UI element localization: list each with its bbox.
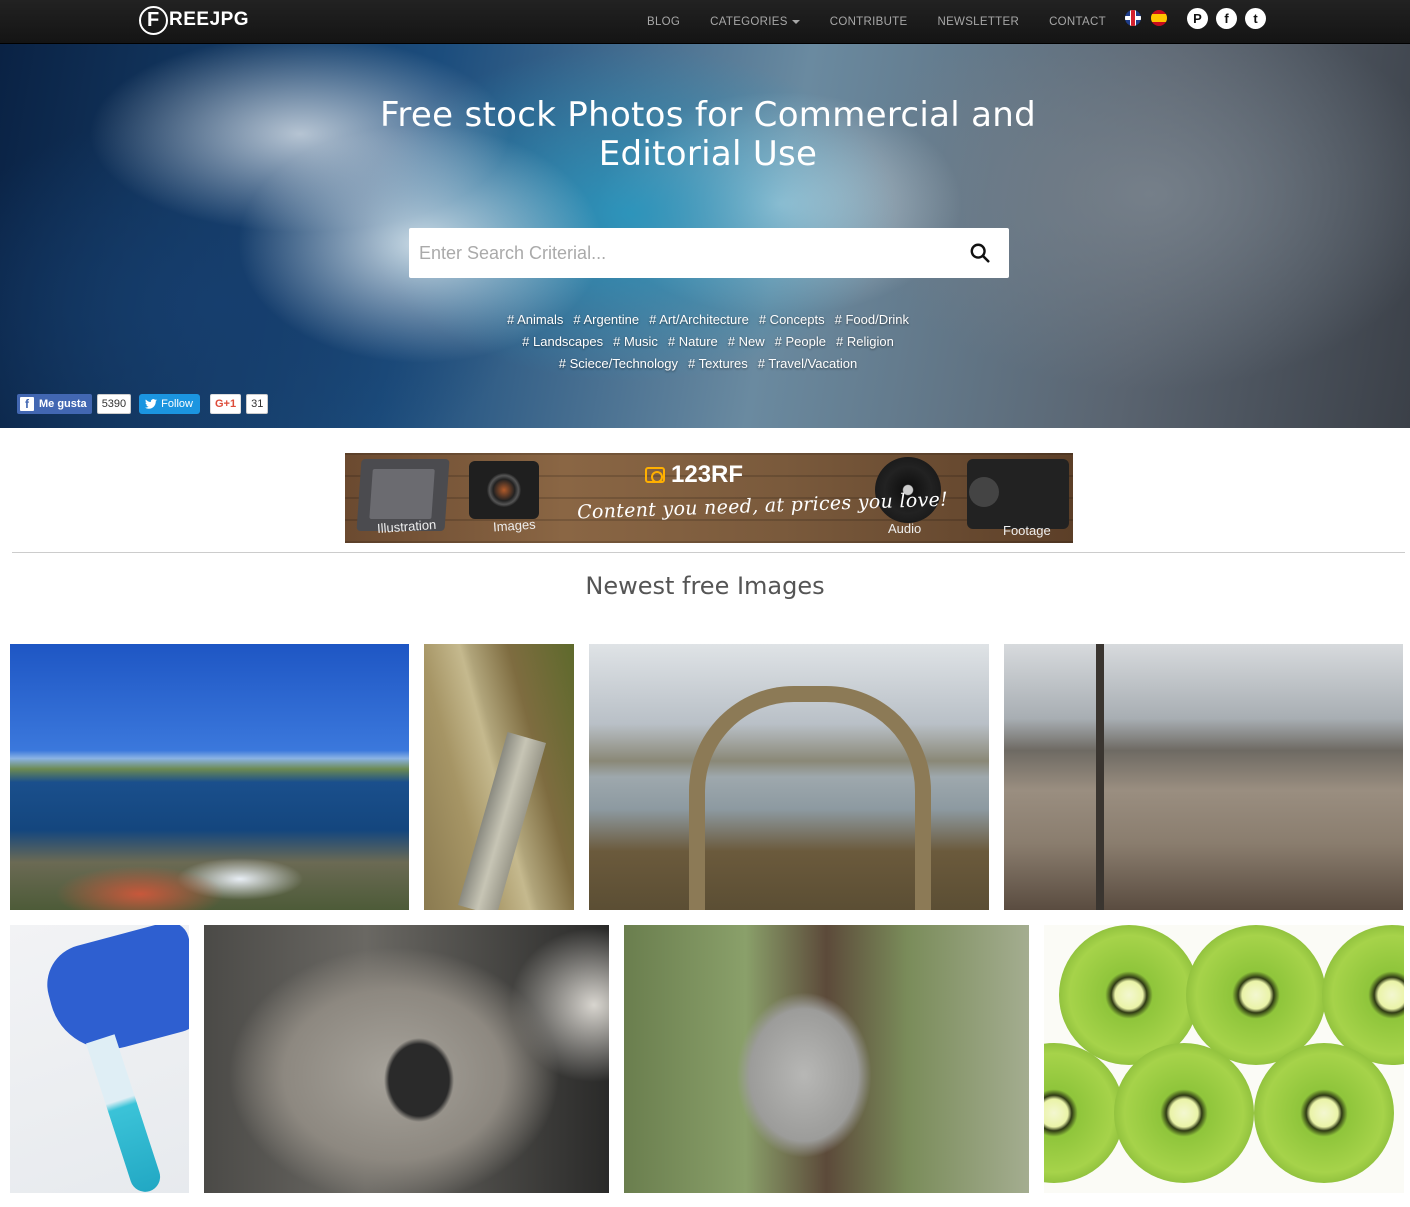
nav-contribute-link[interactable]: CONTRIBUTE [830,16,908,28]
section-title: Newest free Images [585,572,825,600]
kiwi-slice [1186,925,1326,1065]
facebook-like-label: Me gusta [39,398,87,410]
reed-arch-photo[interactable] [589,644,989,910]
pinterest-icon[interactable]: P [1187,8,1208,29]
kiwi-slice [1254,1043,1394,1183]
ad-banner-123rf[interactable]: 123RF Content you need, at prices you lo… [345,453,1073,543]
kiwi-slices-photo[interactable] [1044,925,1404,1193]
koala-closeup-photo[interactable] [204,925,609,1193]
banner-label-illustration: Illustration [376,516,437,537]
social-share-buttons: f Me gusta 5390 Follow G+1 31 [17,394,269,414]
tag-nature[interactable]: # Nature [668,334,718,349]
section-divider [12,552,1405,553]
facebook-icon: f [20,397,34,411]
tag-line: # Sciece/Technology # Textures # Travel/Va… [400,353,1016,375]
facebook-icon[interactable]: f [1216,8,1237,29]
search-icon[interactable] [969,242,991,264]
tag-people[interactable]: # People [775,334,826,349]
nav-categories-dropdown[interactable]: CATEGORIES [710,16,800,28]
gplus-button[interactable]: G+1 [209,394,242,414]
search-box [409,228,1009,278]
nav-newsletter-link[interactable]: NEWSLETTER [937,16,1019,28]
top-navbar: F REEJPG BLOG CATEGORIES CONTRIBUTE NEWS… [0,0,1410,44]
tag-animals[interactable]: # Animals [507,312,563,327]
nav-contact-link[interactable]: CONTACT [1049,16,1106,28]
hero-title: Free stock Photos for Commercial and Edi… [380,95,1036,174]
camera-icon [469,461,539,519]
tag-line: # Landscapes # Music # Nature # New # People… [400,331,1016,353]
camera-logo-icon [645,467,665,483]
twitter-follow-label: Follow [161,398,193,410]
language-switcher [1125,10,1167,26]
tag-argentine[interactable]: # Argentine [573,312,639,327]
tag-concepts[interactable]: # Concepts [759,312,825,327]
tag-line: # Animals # Argentine # Art/Architecture # … [400,309,1016,331]
tag-science-technology[interactable]: # Sciece/Technology [559,356,678,371]
facebook-like-button[interactable]: f Me gusta [17,394,92,414]
reed-boat-photo[interactable] [424,644,574,910]
tag-religion[interactable]: # Religion [836,334,894,349]
tag-art-architecture[interactable]: # Art/Architecture [649,312,749,327]
social-links: P f t [1187,8,1266,29]
gplus-count: 31 [246,394,269,414]
logo-text: REEJPG [169,9,250,30]
tag-food-drink[interactable]: # Food/Drink [835,312,909,327]
spanish-flag-icon[interactable] [1151,10,1167,26]
video-camera-icon [967,459,1069,529]
category-tags: # Animals # Argentine # Art/Architecture # … [400,309,1016,375]
banner-label-footage: Footage [1003,523,1051,538]
english-flag-icon[interactable] [1125,10,1141,26]
banner-logo: 123RF [645,461,743,489]
tag-textures[interactable]: # Textures [688,356,748,371]
banner-label-images: Images [492,516,537,535]
facebook-like-count: 5390 [96,394,132,414]
tag-landscapes[interactable]: # Landscapes [522,334,603,349]
main-nav: BLOG CATEGORIES CONTRIBUTE NEWSLETTER CO… [647,0,1136,44]
logo-mark-icon: F [139,5,168,35]
search-input[interactable] [409,228,949,278]
test-tube-photo[interactable] [10,925,189,1193]
banner-brand: 123RF [671,461,744,488]
twitter-bird-icon [145,399,158,409]
banner-label-audio: Audio [888,521,922,536]
tag-travel-vacation[interactable]: # Travel/Vacation [758,356,857,371]
koalas-tree-photo[interactable] [624,925,1029,1193]
tag-music[interactable]: # Music [613,334,658,349]
twitter-follow-button[interactable]: Follow [139,394,200,414]
chevron-down-icon [791,19,800,24]
kiwi-slice [1044,1043,1124,1183]
kiwi-slice [1114,1043,1254,1183]
tag-new[interactable]: # New [728,334,765,349]
nav-blog-link[interactable]: BLOG [647,16,680,28]
city-hillside-photo[interactable] [1004,644,1403,910]
twitter-icon[interactable]: t [1245,8,1266,29]
hero-banner: Free stock Photos for Commercial and Edi… [0,44,1410,428]
nav-categories-label: CATEGORIES [710,16,788,28]
lake-town-photo[interactable] [10,644,409,910]
site-logo[interactable]: F REEJPG [139,5,249,35]
